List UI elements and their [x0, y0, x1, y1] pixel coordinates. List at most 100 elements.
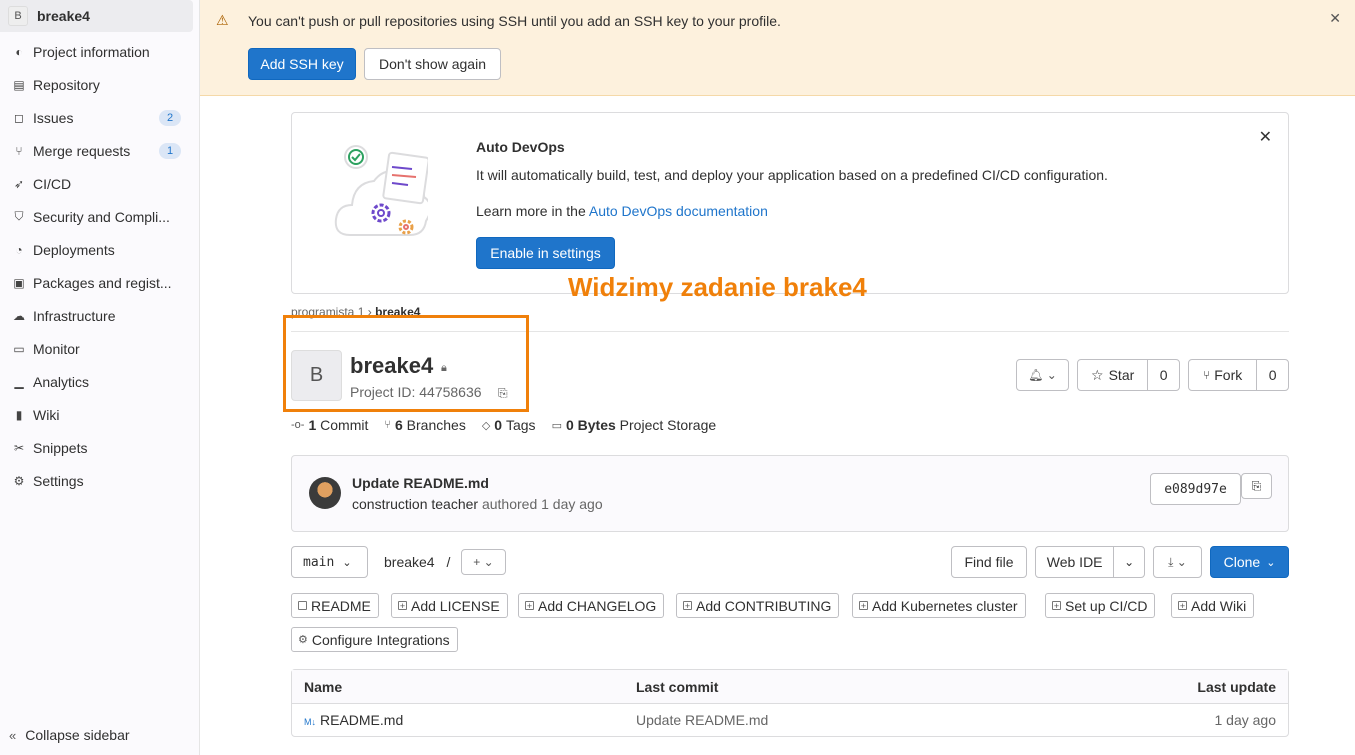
add-changelog-chip[interactable]: + Add CHANGELOG	[518, 593, 665, 618]
clone-dropdown[interactable]: Clone ⌄	[1210, 546, 1289, 578]
file-table: Name Last commit Last update M↓ README.md…	[291, 669, 1289, 737]
alert-text: You can't push or pull repositories usin…	[248, 13, 781, 29]
sidebar-item-monitor[interactable]: ▭ Monitor	[0, 332, 200, 365]
sidebar-item-issues[interactable]: ◻ Issues 2	[0, 101, 200, 134]
copy-sha-button[interactable]: ⎘	[1241, 473, 1272, 499]
add-to-tree-dropdown[interactable]: + ⌄	[461, 549, 506, 575]
auto-devops-docs-link[interactable]: Auto DevOps documentation	[589, 203, 768, 219]
add-contributing-chip[interactable]: + Add CONTRIBUTING	[676, 593, 840, 618]
storage-icon: ▭	[551, 419, 562, 432]
chart-icon: ▁	[14, 374, 24, 389]
column-header-last-update: Last update	[1197, 679, 1276, 695]
ssh-key-alert: ⚠ You can't push or pull repositories us…	[200, 0, 1355, 96]
set-up-ci-cd-chip[interactable]: + Set up CI/CD	[1045, 593, 1156, 618]
table-header: Name Last commit Last update	[292, 670, 1288, 704]
add-license-chip[interactable]: + Add LICENSE	[391, 593, 508, 618]
star-button-group: ☆ Star 0	[1077, 359, 1180, 391]
file-name-cell[interactable]: M↓ README.md	[304, 712, 403, 728]
collapse-sidebar-button[interactable]: « Collapse sidebar	[9, 727, 130, 743]
sidebar-project-header[interactable]: B breake4	[0, 0, 193, 32]
branch-name: main	[303, 554, 335, 570]
last-commit-box: Update README.md construction teacher au…	[291, 455, 1289, 532]
avatar[interactable]	[309, 477, 341, 509]
sidebar-item-wiki[interactable]: ▮ Wiki	[0, 398, 200, 431]
stat-tags[interactable]: ◇ 0 Tags	[482, 417, 536, 433]
configure-integrations-chip[interactable]: ⚙ Configure Integrations	[291, 627, 458, 652]
devops-title: Auto DevOps	[476, 139, 565, 155]
sidebar-item-analytics[interactable]: ▁ Analytics	[0, 365, 200, 398]
sidebar-item-infrastructure[interactable]: ☁ Infrastructure	[0, 299, 200, 332]
stat-commits[interactable]: -o- 1 Commit	[291, 417, 368, 433]
chip-label: Add Kubernetes cluster	[872, 597, 1018, 614]
download-dropdown[interactable]: ⤓ ⌄	[1153, 546, 1202, 578]
sidebar-item-label: Merge requests	[33, 142, 131, 159]
add-kubernetes-cluster-chip[interactable]: + Add Kubernetes cluster	[852, 593, 1026, 618]
fork-button-group: ⑂ Fork 0	[1188, 359, 1289, 391]
sidebar-item-project-information[interactable]: ◐ Project information	[0, 35, 200, 68]
star-icon: ☆	[1091, 366, 1104, 383]
collapse-sidebar-label: Collapse sidebar	[25, 727, 130, 743]
last-commit-cell[interactable]: Update README.md	[636, 712, 768, 728]
warning-icon: ⚠	[216, 12, 229, 28]
package-icon: ▣	[13, 275, 25, 290]
commit-sha[interactable]: e089d97e	[1150, 473, 1241, 505]
commit-meta: authored 1 day ago	[481, 496, 603, 512]
stat-number: 0	[494, 417, 503, 433]
sidebar-item-label: Packages and regist...	[33, 274, 172, 291]
sidebar-item-label: Repository	[33, 76, 100, 93]
chip-label: Add CONTRIBUTING	[696, 597, 832, 614]
sidebar-item-label: Security and Compli...	[33, 208, 170, 225]
chip-label: Set up CI/CD	[1065, 597, 1148, 614]
dont-show-again-button[interactable]: Don't show again	[364, 48, 501, 80]
last-update-cell: 1 day ago	[1214, 712, 1277, 728]
annotation-caption: Widzimy zadanie brake4	[568, 272, 867, 302]
notification-dropdown[interactable]: 🔔︎ ⌄	[1016, 359, 1069, 391]
star-button[interactable]: ☆ Star	[1078, 360, 1147, 390]
sidebar-item-packages[interactable]: ▣ Packages and regist...	[0, 266, 200, 299]
sidebar-item-label: CI/CD	[33, 175, 72, 192]
stat-storage[interactable]: ▭ 0 Bytes Project Storage	[552, 417, 717, 433]
file-icon	[298, 601, 307, 610]
web-ide-button-group: Web IDE ⌄	[1035, 546, 1145, 578]
close-icon[interactable]: ✕	[1259, 127, 1272, 147]
add-wiki-chip[interactable]: + Add Wiki	[1171, 593, 1255, 618]
sidebar-item-deployments[interactable]: ◔ Deployments	[0, 233, 200, 266]
web-ide-button[interactable]: Web IDE	[1036, 547, 1113, 577]
project-avatar: B	[8, 6, 28, 26]
sidebar-item-label: Infrastructure	[33, 307, 116, 324]
plus-icon: +	[473, 555, 481, 569]
fork-count[interactable]: 0	[1256, 360, 1288, 390]
chevron-down-icon: ⌄	[1266, 556, 1276, 569]
find-file-button[interactable]: Find file	[951, 546, 1027, 578]
web-ide-dropdown[interactable]: ⌄	[1113, 547, 1144, 577]
repo-path-separator: /	[446, 554, 451, 570]
enable-in-settings-button[interactable]: Enable in settings	[476, 237, 615, 269]
close-icon[interactable]: ✕	[1329, 10, 1341, 27]
sidebar-item-snippets[interactable]: ✂ Snippets	[0, 431, 200, 464]
branch-icon: ⑂	[384, 419, 391, 431]
commit-title[interactable]: Update README.md	[352, 475, 489, 491]
branch-selector[interactable]: main ⌄	[291, 546, 368, 578]
sidebar-item-label: Project information	[33, 43, 150, 60]
commit-author[interactable]: construction teacher	[352, 496, 478, 512]
sidebar-item-settings[interactable]: ⚙ Settings	[0, 464, 200, 497]
fork-button[interactable]: ⑂ Fork	[1189, 360, 1256, 390]
column-header-last-commit: Last commit	[636, 679, 719, 695]
info-icon: ◐	[15, 44, 23, 59]
shield-icon: ⛉	[14, 209, 24, 223]
stat-branches[interactable]: ⑂ 6 Branches	[384, 417, 465, 433]
star-label: Star	[1108, 367, 1135, 383]
sidebar-item-merge-requests[interactable]: ⑂ Merge requests 1	[0, 134, 200, 167]
readme-chip[interactable]: README	[291, 593, 379, 618]
gear-icon: ⚙	[13, 473, 25, 488]
sidebar-item-security[interactable]: ⛉ Security and Compli...	[0, 200, 200, 233]
sidebar-item-ci-cd[interactable]: ➶ CI/CD	[0, 167, 200, 200]
add-ssh-key-button[interactable]: Add SSH key	[248, 48, 356, 80]
table-row[interactable]: M↓ README.md Update README.md 1 day ago	[292, 704, 1288, 738]
sidebar-item-repository[interactable]: ▤ Repository	[0, 68, 200, 101]
star-count[interactable]: 0	[1147, 360, 1179, 390]
cloud-icon: ☁	[13, 308, 25, 323]
repo-path-root[interactable]: breake4	[384, 554, 435, 570]
merge-requests-count-badge: 1	[159, 143, 181, 159]
gear-icon: ⚙	[298, 634, 308, 646]
